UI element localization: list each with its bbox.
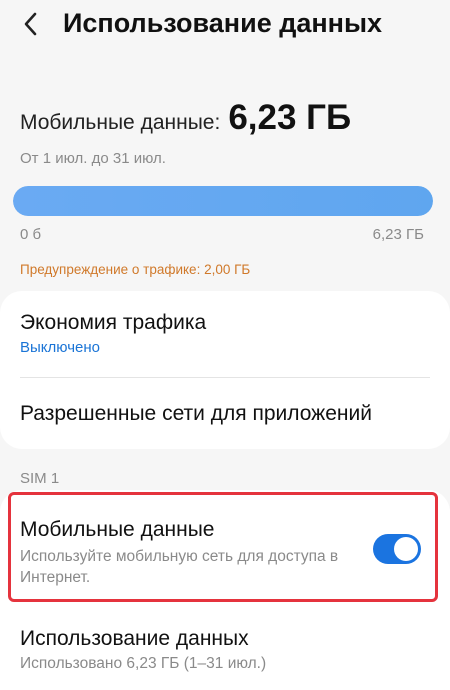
- traffic-warning: Предупреждение о трафике: 2,00 ГБ: [20, 262, 251, 277]
- usage-bar: [13, 186, 433, 216]
- data-usage-item[interactable]: Использование данных Использовано 6,23 Г…: [20, 627, 266, 673]
- settings-card: Экономия трафика Выключено Разрешенные с…: [0, 291, 450, 449]
- billing-period: От 1 июл. до 31 июл.: [20, 150, 166, 167]
- traffic-saver-status: Выключено: [20, 339, 100, 356]
- usage-bar-max-label: 6,23 ГБ: [372, 226, 424, 243]
- data-usage-title: Использование данных: [20, 627, 249, 650]
- chevron-left-icon: [24, 12, 37, 36]
- page-title: Использование данных: [63, 8, 383, 38]
- data-usage-subtitle: Использовано 6,23 ГБ (1–31 июл.): [20, 655, 267, 672]
- back-button[interactable]: [18, 10, 46, 38]
- top-app-bar: Использование данных: [0, 0, 450, 52]
- usage-bar-fill: [13, 186, 433, 216]
- highlight-frame: [8, 492, 438, 602]
- usage-summary: Мобильные данные: 6,23 ГБ: [20, 98, 440, 138]
- allowed-networks-title: Разрешенные сети для приложений: [20, 402, 372, 425]
- usage-value: 6,23 ГБ: [228, 98, 352, 137]
- traffic-saver-item[interactable]: Экономия трафика Выключено: [20, 311, 206, 356]
- sim-section-label: SIM 1: [20, 470, 60, 487]
- divider: [20, 377, 430, 378]
- traffic-saver-title: Экономия трафика: [20, 311, 207, 334]
- usage-bar-min-label: 0 б: [20, 226, 42, 243]
- usage-label: Мобильные данные:: [20, 111, 221, 134]
- allowed-networks-item[interactable]: Разрешенные сети для приложений: [20, 402, 372, 426]
